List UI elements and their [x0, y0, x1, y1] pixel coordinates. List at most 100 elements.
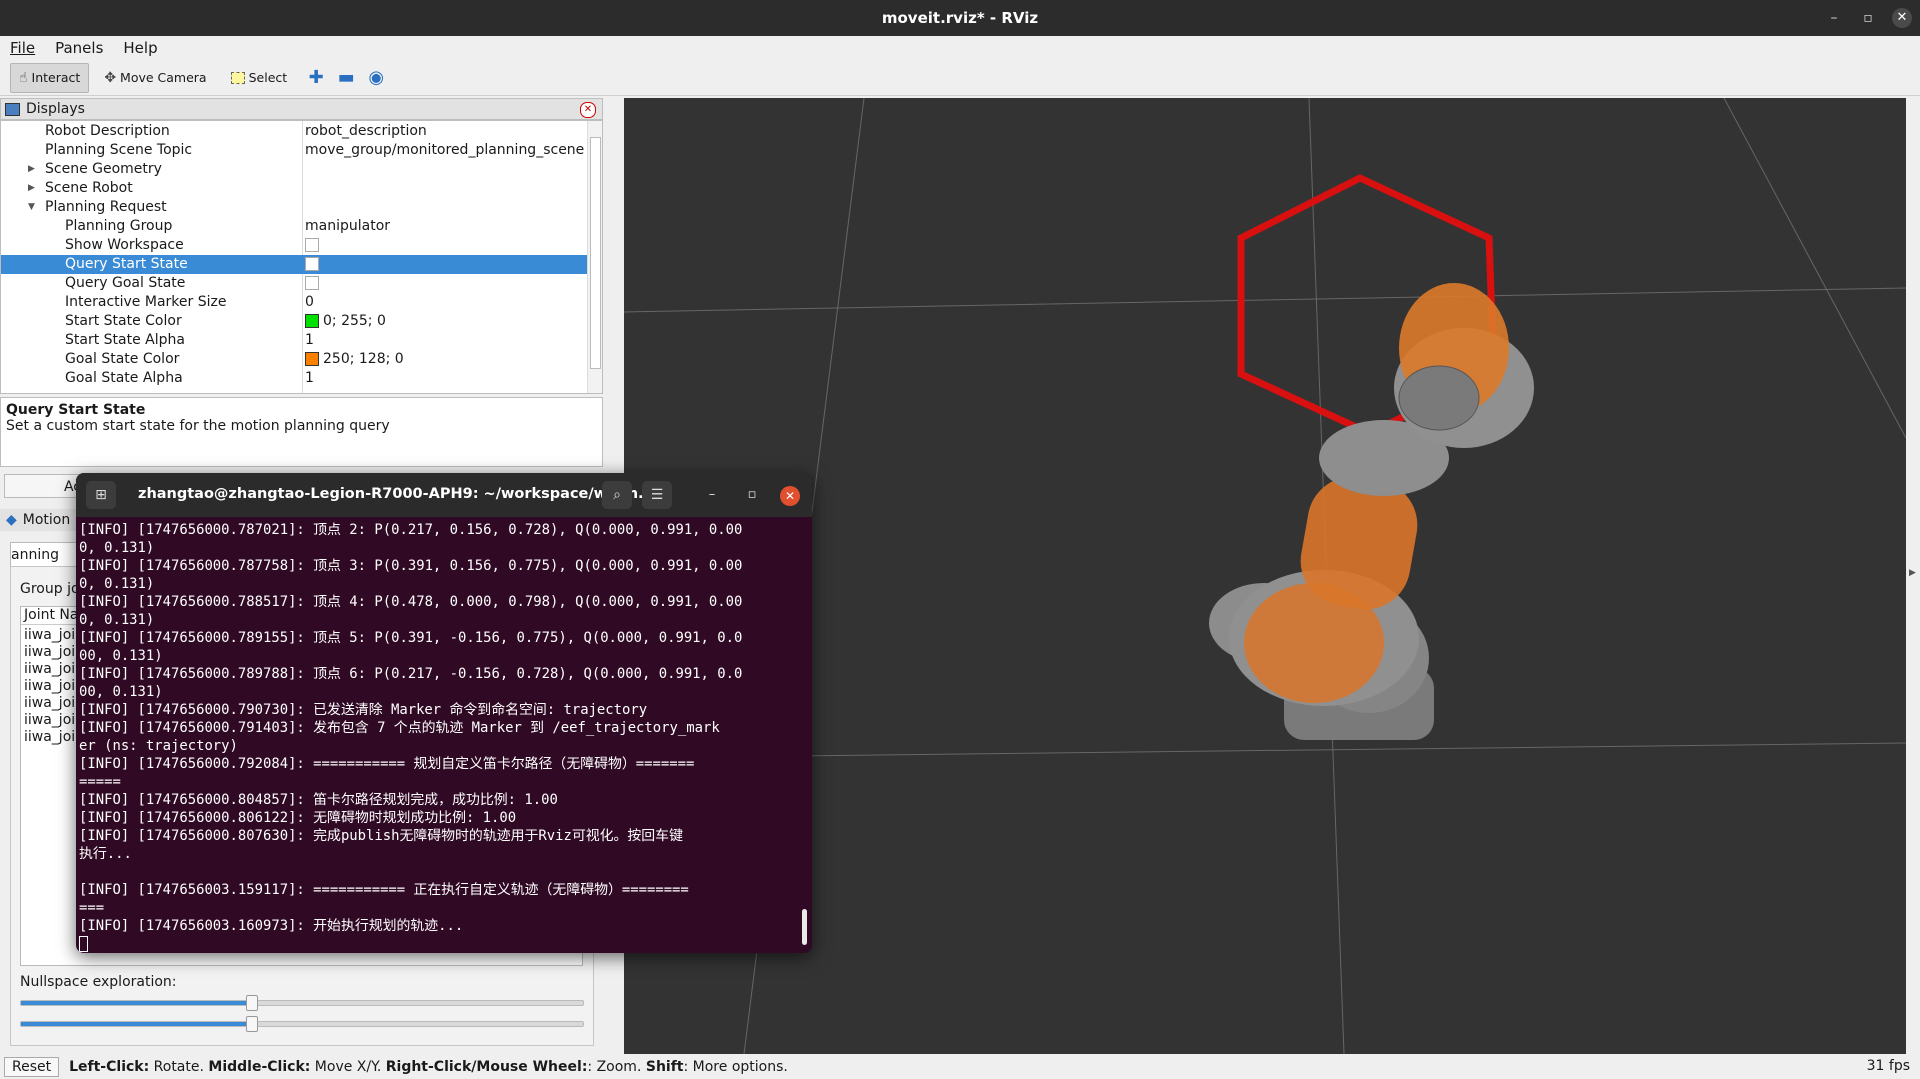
slider-handle[interactable] [246, 995, 259, 1011]
tree-row[interactable]: Show Workspace [1, 236, 589, 255]
show-workspace-checkbox[interactable] [305, 238, 319, 252]
displays-tree: Robot Description robot_description Plann… [0, 120, 603, 394]
terminal-line: er (ns: trajectory) [79, 738, 238, 754]
new-tab-icon[interactable]: ⊞ [86, 481, 116, 509]
window-titlebar: moveit.rviz* - RViz – ▫ ✕ [0, 0, 1920, 36]
terminal-line: [INFO] [1747656000.790730]: 已发送清除 Marker… [79, 702, 648, 718]
displays-title: Displays [26, 101, 85, 117]
window-title: moveit.rviz* - RViz [881, 9, 1039, 27]
terminal-line: [INFO] [1747656000.787021]: 顶点 2: P(0.21… [79, 522, 743, 538]
terminal-line: 执行... [79, 846, 132, 862]
start-color-swatch [305, 314, 319, 328]
tree-row[interactable]: ▶ Scene Robot [1, 179, 589, 198]
minimize-icon[interactable]: – [702, 485, 722, 505]
terminal-line: === [79, 900, 105, 916]
menu-bar: File Panels Help [0, 36, 1920, 60]
maximize-icon[interactable]: ▫ [742, 485, 762, 505]
terminal-scrollbar[interactable] [802, 909, 807, 945]
chevron-right-icon[interactable]: ▶ [1909, 568, 1916, 578]
close-icon[interactable]: ✕ [780, 486, 800, 506]
shift-label: Shift [645, 1058, 684, 1075]
terminal-line: 0, 0.131) [79, 612, 155, 628]
row-value[interactable]: 0; 255; 0 [323, 313, 386, 329]
fps-counter: 31 fps [1866, 1058, 1910, 1074]
tree-row[interactable]: Robot Description robot_description [1, 122, 589, 141]
tree-row[interactable]: Start State Color 0; 255; 0 [1, 312, 589, 331]
select-button[interactable]: Select [222, 63, 297, 93]
slider-fill [21, 1001, 252, 1005]
tree-row[interactable]: Interactive Marker Size 0 [1, 293, 589, 312]
row-value[interactable]: 0 [305, 293, 314, 312]
tree-row[interactable]: Start State Alpha 1 [1, 331, 589, 350]
terminal-line: [INFO] [1747656000.807630]: 完成publish无障碍… [79, 828, 683, 844]
right-dock-handle[interactable]: ▶ [1906, 98, 1920, 1054]
row-value[interactable]: 1 [305, 331, 314, 350]
list-item[interactable]: iiwa_joi [24, 644, 75, 661]
minimize-icon[interactable]: – [1816, 0, 1852, 36]
3d-viewport[interactable] [624, 98, 1906, 1054]
list-item[interactable]: iiwa_joi [24, 661, 75, 678]
maximize-icon[interactable]: ▫ [1850, 0, 1886, 36]
tree-row[interactable]: ▼ Planning Request [1, 198, 589, 217]
move-camera-label: Move Camera [120, 70, 207, 85]
menu-file[interactable]: File [0, 39, 45, 57]
tree-row[interactable]: Planning Scene Topic move_group/monitored… [1, 141, 589, 160]
scrollbar-thumb[interactable] [590, 137, 601, 369]
tree-row[interactable]: Goal State Alpha 1 [1, 369, 589, 388]
row-key: Planning Request [45, 199, 167, 215]
tree-row[interactable]: Planning Group manipulator [1, 217, 589, 236]
move-camera-button[interactable]: ✥ Move Camera [95, 63, 215, 93]
scene-render[interactable] [624, 98, 1906, 1054]
row-value[interactable]: 1 [305, 369, 314, 388]
row-value[interactable]: 250; 128; 0 [323, 351, 404, 367]
goal-color-swatch [305, 352, 319, 366]
tab-planning[interactable]: anning [10, 542, 82, 567]
row-value[interactable]: robot_description [305, 122, 427, 141]
minus-icon[interactable]: ▬ [332, 64, 360, 92]
slider-handle[interactable] [246, 1016, 259, 1032]
menu-panels[interactable]: Panels [45, 39, 113, 57]
tree-row[interactable]: ▶ Scene Geometry [1, 160, 589, 179]
hand-icon: ☝ [19, 69, 28, 86]
close-icon[interactable]: ✕ [1884, 0, 1920, 36]
terminal-line: 00, 0.131) [79, 684, 163, 700]
hamburger-menu-icon[interactable]: ☰ [642, 481, 672, 509]
list-item[interactable]: iiwa_joi [24, 695, 75, 712]
query-goal-state-checkbox[interactable] [305, 276, 319, 290]
menu-help[interactable]: Help [113, 39, 167, 57]
eye-icon[interactable]: ◉ [362, 64, 390, 92]
close-panel-icon[interactable]: ✕ [580, 102, 596, 118]
left-click-label: Left-Click: [69, 1058, 150, 1075]
status-bar: Reset Left-Click: Rotate. Middle-Click: … [0, 1054, 1920, 1079]
terminal-line: [INFO] [1747656000.792084]: =========== … [79, 756, 695, 772]
interact-label: Interact [31, 70, 81, 85]
terminal-output[interactable]: [INFO] [1747656000.787021]: 顶点 2: P(0.21… [79, 521, 799, 935]
tree-row-selected[interactable]: Query Start State [1, 255, 589, 274]
tree-row[interactable]: Query Goal State [1, 274, 589, 293]
terminal-header[interactable]: ⊞ zhangtao@zhangtao-Legion-R7000-APH9: ~… [76, 473, 812, 517]
list-item[interactable]: iiwa_joi [24, 729, 75, 746]
row-key: Planning Scene Topic [45, 142, 193, 158]
interact-button[interactable]: ☝ Interact [10, 62, 90, 93]
tree-row[interactable]: Goal State Color 250; 128; 0 [1, 350, 589, 369]
list-item[interactable]: iiwa_joi [24, 627, 75, 644]
query-start-state-checkbox[interactable] [305, 257, 319, 271]
list-item[interactable]: iiwa_joi [24, 712, 75, 729]
property-description: Query Start State Set a custom start sta… [0, 397, 603, 467]
tree-scrollbar[interactable] [587, 121, 602, 393]
middle-click-action: Move X/Y. [310, 1058, 386, 1075]
terminal-window[interactable]: ⊞ zhangtao@zhangtao-Legion-R7000-APH9: ~… [76, 473, 812, 953]
plus-icon[interactable]: ✚ [302, 64, 330, 92]
search-icon[interactable]: ⌕ [602, 481, 632, 509]
terminal-line: 0, 0.131) [79, 540, 155, 556]
nullspace-slider-1[interactable] [20, 995, 584, 1011]
grid [624, 98, 1906, 1054]
reset-button[interactable]: Reset [4, 1056, 60, 1077]
terminal-line: 0, 0.131) [79, 576, 155, 592]
monitor-icon [5, 102, 20, 116]
row-value[interactable]: move_group/monitored_planning_scene [305, 141, 584, 160]
list-item[interactable]: iiwa_joi [24, 678, 75, 695]
nullspace-slider-2[interactable] [20, 1016, 584, 1032]
row-value[interactable]: manipulator [305, 217, 390, 236]
